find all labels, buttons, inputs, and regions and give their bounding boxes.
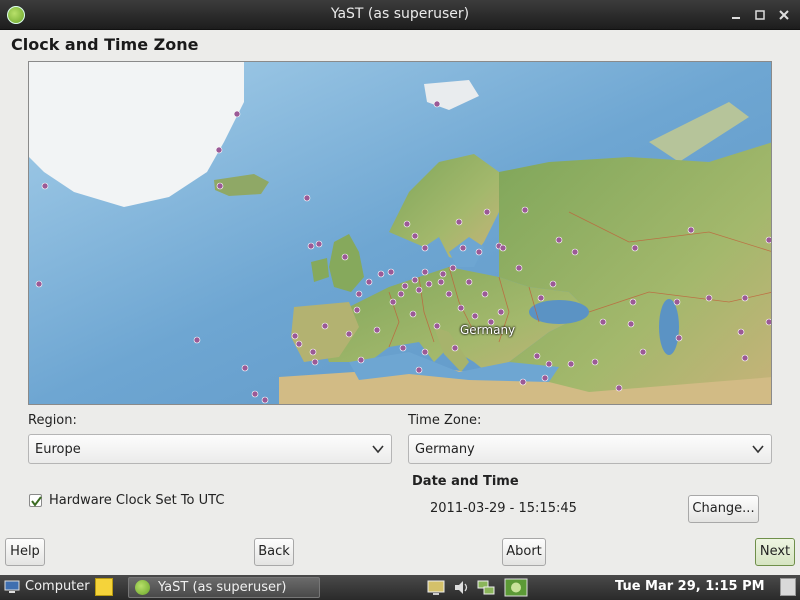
world-map-graphic (29, 62, 771, 404)
abort-button[interactable]: Abort (502, 538, 546, 566)
taskbar-task-yast[interactable]: YaST (as superuser) (128, 577, 320, 598)
timezone-select[interactable]: Germany (408, 434, 772, 464)
chevron-down-icon (752, 445, 764, 454)
date-time-title: Date and Time (412, 474, 519, 489)
maximize-icon[interactable] (750, 5, 770, 25)
hardware-clock-utc-label[interactable]: Hardware Clock Set To UTC (49, 493, 224, 508)
computer-icon[interactable] (4, 580, 20, 594)
yast-task-icon (135, 580, 150, 595)
timezone-label: Time Zone: (408, 413, 482, 428)
timezone-select-value: Germany (415, 442, 475, 457)
notes-icon[interactable] (95, 578, 113, 596)
back-button[interactable]: Back (254, 538, 294, 566)
taskbar: Computer YaST (as superuser) Tue Mar 29,… (0, 575, 800, 600)
chevron-down-icon (372, 445, 384, 454)
display-icon[interactable] (426, 578, 446, 597)
region-select-value: Europe (35, 442, 81, 457)
updater-icon[interactable] (504, 578, 528, 597)
window-title: YaST (as superuser) (330, 6, 470, 22)
network-icon[interactable] (476, 578, 496, 597)
page-heading: Clock and Time Zone (11, 35, 199, 54)
taskbar-task-label: YaST (as superuser) (158, 580, 287, 595)
help-button[interactable]: Help (5, 538, 45, 566)
minimize-icon[interactable] (726, 5, 746, 25)
close-icon[interactable] (774, 5, 794, 25)
next-button[interactable]: Next (755, 538, 795, 566)
map-selected-label: Germany (460, 323, 516, 337)
check-icon (31, 496, 42, 507)
computer-menu-label[interactable]: Computer (25, 579, 90, 594)
taskbar-clock[interactable]: Tue Mar 29, 1:15 PM (615, 579, 765, 594)
region-select[interactable]: Europe (28, 434, 392, 464)
volume-icon[interactable] (452, 578, 472, 597)
change-date-time-button[interactable]: Change... (688, 495, 759, 523)
show-desktop-button[interactable] (780, 578, 796, 596)
window-titlebar: YaST (as superuser) (0, 0, 800, 30)
hardware-clock-utc-checkbox[interactable] (29, 494, 42, 507)
region-label: Region: (28, 413, 77, 428)
time-zone-map[interactable]: Germany (28, 61, 772, 405)
date-time-value: 2011-03-29 - 15:15:45 (430, 501, 577, 516)
